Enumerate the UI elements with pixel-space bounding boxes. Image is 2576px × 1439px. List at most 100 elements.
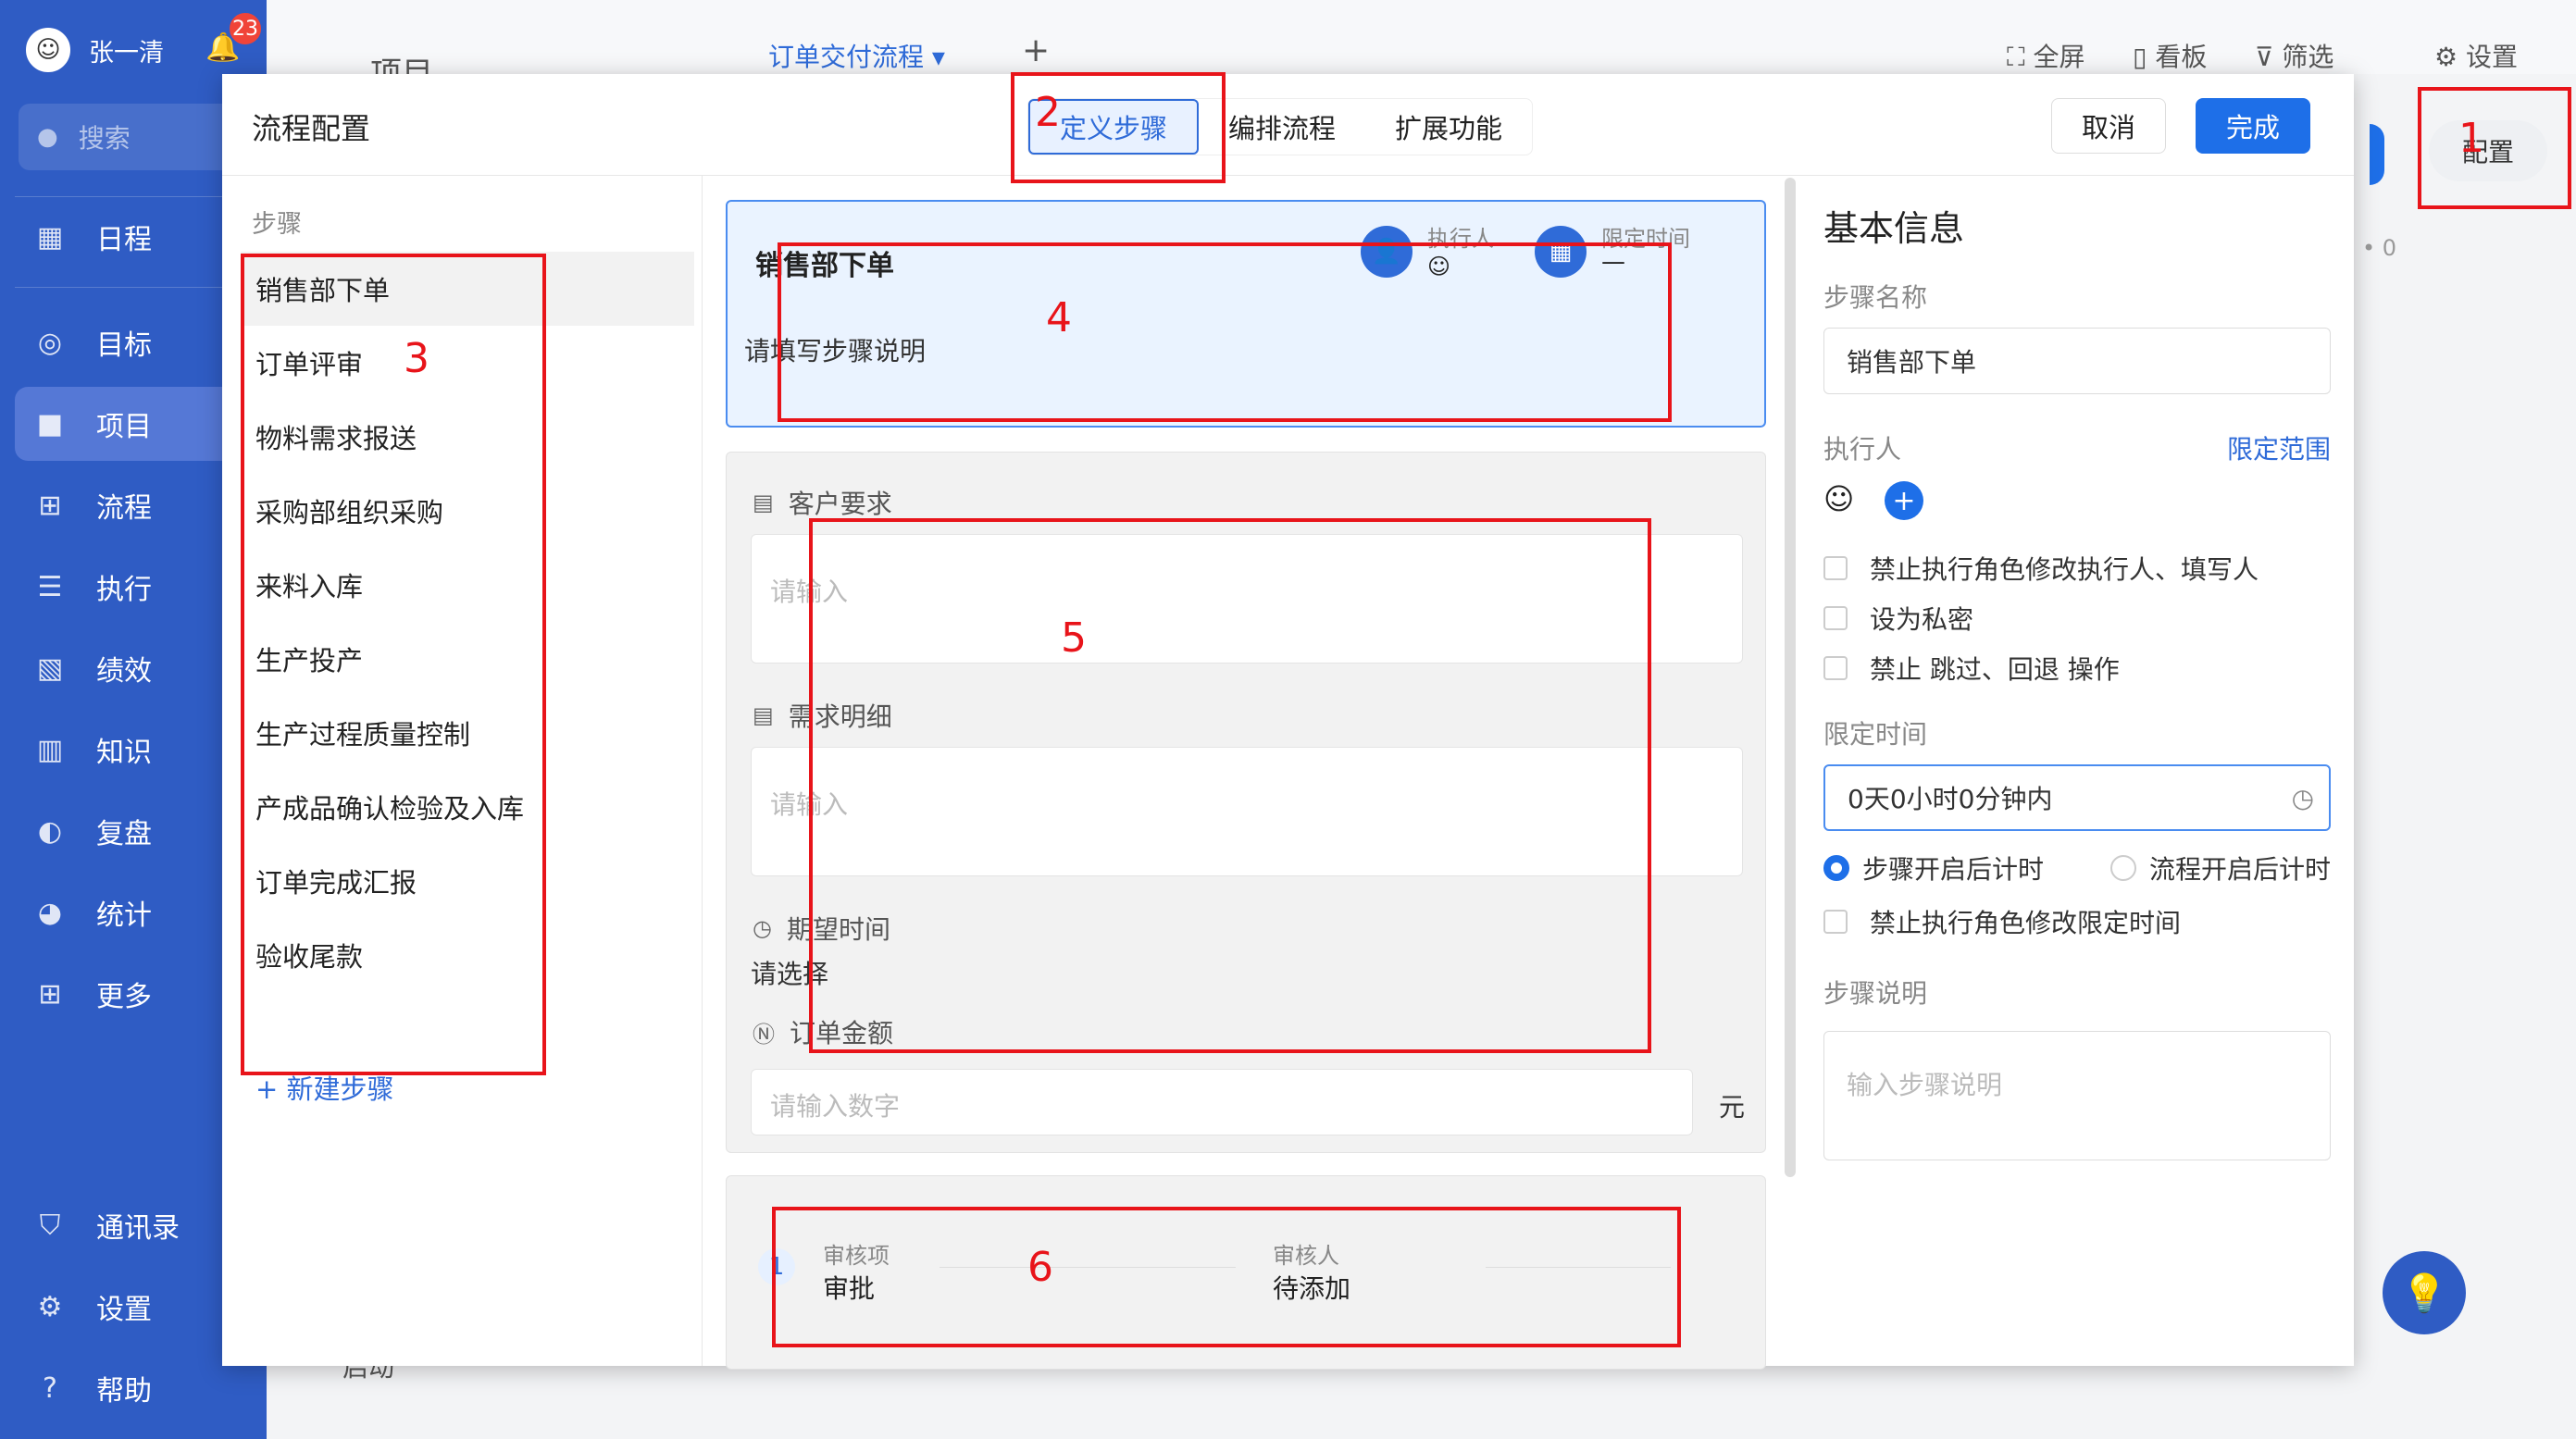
check-label: 禁止 跳过、回退 操作 [1870,654,2120,685]
nav-label: 更多 [96,981,152,1013]
nav-label: 流程 [96,492,152,525]
radio-button[interactable] [2110,855,2136,881]
annotation-number-6: 6 [1027,1244,1053,1291]
nav-label: 通讯录 [96,1212,180,1245]
done-button[interactable]: 完成 [2196,98,2310,154]
idea-fab-icon[interactable]: 💡 [2383,1251,2466,1334]
nav-label: 帮助 [96,1375,152,1408]
annotation-number-3: 3 [404,335,429,382]
number-field-icon: Ⓝ [753,1021,775,1048]
fullscreen-label: 全屏 [2033,42,2085,72]
step-name-input[interactable]: 销售部下单 [1823,328,2331,394]
contacts-icon: ⛉ [39,1209,61,1242]
annotation-box-4 [778,242,1672,422]
calendar-icon: ▦ [36,220,64,254]
field-label: 客户要求 [788,489,892,519]
radio-label: 步骤开启后计时 [1862,854,2045,885]
nav-label: 执行 [96,574,152,606]
check-lock-time[interactable]: 禁止执行角色修改限定时间 [1823,903,2181,940]
nav-label: 项目 [96,411,152,443]
search-box[interactable]: ● 搜索 [19,104,248,170]
pie-icon: ◕ [37,896,63,929]
clock-icon: ◷ [2291,782,2314,813]
radio-step-start[interactable]: 步骤开启后计时 [1823,850,2044,887]
tab-extensions[interactable]: 扩展功能 [1365,99,1532,155]
step-desc-input[interactable]: 输入步骤说明 [1823,1031,2331,1160]
scope-link[interactable]: 限定范围 [2227,429,2331,466]
field-customer-req: ▤ 客户要求 [753,484,892,521]
annotation-box-6 [772,1207,1681,1347]
settings-button[interactable]: ⚙ 设置 [2434,37,2518,74]
nav-label: 绩效 [96,655,152,688]
checkbox[interactable] [1823,556,1848,580]
check-no-skip[interactable]: 禁止 跳过、回退 操作 [1823,650,2120,687]
checkbox[interactable] [1823,606,1848,630]
user-profile[interactable]: ☺ 张一清 [26,28,164,72]
annotation-number-2: 2 [1035,89,1061,136]
help-icon: ? [43,1371,57,1405]
check-private[interactable]: 设为私密 [1823,600,1973,637]
check-label: 禁止执行角色修改执行人、填写人 [1870,554,2259,585]
panel-divider [702,176,703,1366]
radio-label: 流程开启后计时 [2149,854,2332,885]
page-topbar [267,0,2576,74]
add-tab-icon[interactable]: + [1022,31,1050,69]
step-name-label: 步骤名称 [1823,282,1928,313]
nav-label: 目标 [96,329,152,362]
filter-label: 筛选 [2282,42,2334,72]
text-field-icon: ▤ [753,702,774,728]
check-label: 禁止执行角色修改限定时间 [1870,908,2182,938]
modal-title: 流程配置 [252,111,371,146]
nav-label: 日程 [96,224,152,256]
scrollbar[interactable] [1785,178,1796,1177]
fullscreen-button[interactable]: ⛶ 全屏 [2007,37,2085,74]
dot-value: 0 [2382,235,2397,261]
add-executor-icon[interactable]: + [1885,481,1923,520]
cube-icon: ■ [36,407,64,440]
annotation-box-3 [241,254,546,1075]
radio-flow-start[interactable]: 流程开启后计时 [2110,850,2331,887]
checkbox[interactable] [1823,656,1848,680]
book-icon: ▥ [36,733,64,766]
cancel-button[interactable]: 取消 [2051,98,2166,154]
bg-primary-button [2370,124,2384,185]
steps-label: 步骤 [252,210,302,239]
nav-label: 统计 [96,899,152,932]
checkbox[interactable] [1823,910,1848,934]
flow-icon: ⊞ [38,489,62,522]
board-button[interactable]: ▯ 看板 [2133,37,2207,74]
user-name: 张一清 [89,38,164,68]
flow-tab-label: 订单交付流程 [768,42,925,72]
user-avatar: ☺ [26,28,70,72]
check-label: 设为私密 [1870,604,1974,635]
time-limit-input[interactable]: 0天0小时0分钟内 ◷ [1823,764,2331,831]
list-icon: ☰ [37,570,63,603]
settings-label: 设置 [2466,42,2519,72]
board-label: 看板 [2155,42,2208,72]
gear-icon: ⚙ [37,1290,63,1323]
sidebar-divider [15,287,252,288]
target-icon: ◎ [37,326,63,359]
grid-icon: ⊞ [38,977,62,1011]
check-lock-executor[interactable]: 禁止执行角色修改执行人、填写人 [1823,550,2259,587]
time-limit-label: 限定时间 [1823,719,1928,750]
executor-avatar: ☺ [1823,481,1855,516]
annotation-number-1: 1 [2458,115,2484,162]
search-icon: ● [37,123,58,151]
filter-button[interactable]: ⊽ 筛选 [2255,37,2333,74]
order-amount-input[interactable]: 请输入数字 [751,1069,1693,1135]
annotation-number-5: 5 [1061,614,1087,662]
amount-unit: 元 [1719,1092,1746,1123]
info-executor-label: 执行人 [1823,434,1902,465]
text-field-icon: ▤ [753,490,774,515]
dot-count: • 0 [2362,235,2397,261]
annotation-box-1 [2418,87,2571,209]
annotation-box-5 [809,518,1651,1053]
info-title: 基本信息 [1823,208,1965,249]
sidebar-divider [15,196,252,197]
radio-button[interactable] [1823,855,1849,881]
nav-label: 知识 [96,737,152,769]
chart-icon: ▧ [36,651,64,685]
flow-tab[interactable]: 订单交付流程 ▾ [768,37,945,74]
notification-badge: 23 [228,11,263,46]
